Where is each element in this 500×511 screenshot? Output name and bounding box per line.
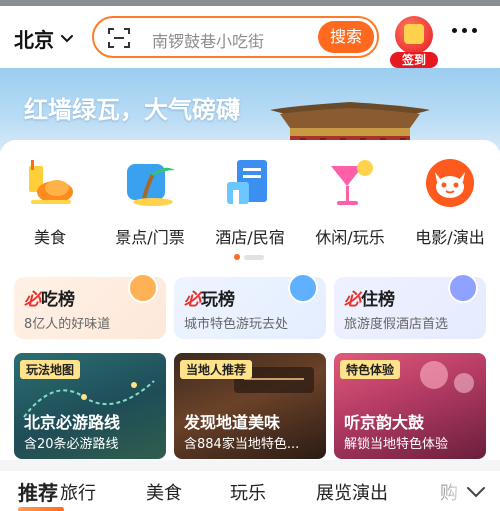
food-icon — [23, 156, 77, 210]
hotel-icon — [223, 156, 277, 210]
category-leisure[interactable]: 休闲/玩乐 — [300, 156, 400, 248]
promo-banner[interactable]: 红墙绿瓦，大气磅礴 — [0, 68, 500, 150]
more-menu-icon[interactable] — [452, 28, 477, 33]
island-icon — [288, 273, 318, 303]
cocktail-icon — [323, 156, 377, 210]
red-envelope-icon — [395, 16, 433, 54]
signin-label: 签到 — [390, 52, 438, 68]
tab-recommend[interactable]: 推荐 — [18, 477, 64, 511]
ranking-subtitle: 城市特色游玩去处 — [184, 317, 289, 332]
ranking-row: 必吃榜 8亿人的好味道 必玩榜 城市特色游玩去处 必住榜 旅游度假酒店首选 — [14, 273, 486, 339]
building-icon — [448, 273, 478, 303]
tabs-fade — [420, 471, 470, 511]
top-header: 北京 南锣鼓巷小吃街 搜索 签到 — [0, 6, 500, 68]
category-label: 酒店/民宿 — [215, 228, 285, 247]
category-label: 电影/演出 — [415, 228, 485, 247]
tile-title: 北京必游路线 — [24, 413, 121, 432]
tile-tag: 玩法地图 — [20, 360, 81, 379]
main-card: 美食 景点/门票 酒店/民宿 休闲/玩乐 电影/演出 必吃榜 8亿人的好味道 必… — [0, 140, 500, 460]
scan-icon[interactable] — [108, 27, 130, 49]
search-placeholder: 南锣鼓巷小吃街 — [152, 32, 265, 51]
tile-description: 解锁当地特色体验 — [344, 437, 449, 452]
search-button[interactable]: 搜索 — [318, 21, 374, 53]
ranking-card-play[interactable]: 必玩榜 城市特色游玩去处 — [174, 273, 326, 339]
banner-headline: 红墙绿瓦，大气磅礴 — [24, 96, 240, 124]
feature-tiles: 玩法地图 北京必游路线 含20条必游路线 当地人推荐 发现地道美味 含884家当… — [14, 353, 486, 459]
city-selector[interactable]: 北京 — [14, 24, 74, 53]
chevron-down-icon[interactable] — [466, 485, 486, 499]
cat-face-icon — [423, 156, 477, 210]
tab-food[interactable]: 美食 — [146, 479, 182, 505]
tile-travel-map[interactable]: 玩法地图 北京必游路线 含20条必游路线 — [14, 353, 166, 459]
ranking-title: 必吃榜 — [24, 290, 75, 310]
tab-travel[interactable]: 旅行 — [60, 479, 96, 505]
ranking-subtitle: 旅游度假酒店首选 — [344, 317, 449, 332]
signin-button[interactable]: 签到 — [390, 16, 438, 68]
ranking-subtitle: 8亿人的好味道 — [24, 317, 111, 332]
chevron-down-icon — [61, 34, 73, 42]
tile-title: 听京韵大鼓 — [344, 413, 425, 432]
category-food[interactable]: 美食 — [0, 156, 100, 248]
tile-description: 含20条必游路线 — [24, 437, 119, 452]
content-tabs: 旅行 推荐 美食 玩乐 展览演出 购 — [0, 471, 500, 511]
tile-description: 含884家当地特色... — [184, 437, 300, 452]
category-hotel[interactable]: 酒店/民宿 — [200, 156, 300, 248]
category-label: 美食 — [33, 228, 66, 247]
tile-title: 发现地道美味 — [184, 413, 281, 432]
category-grid: 美食 景点/门票 酒店/民宿 休闲/玩乐 电影/演出 — [0, 156, 500, 248]
page-dot-active — [234, 254, 240, 260]
city-name: 北京 — [14, 28, 54, 52]
ranking-card-stay[interactable]: 必住榜 旅游度假酒店首选 — [334, 273, 486, 339]
category-label: 景点/门票 — [115, 228, 185, 247]
ranking-card-food[interactable]: 必吃榜 8亿人的好味道 — [14, 273, 166, 339]
tile-tag: 当地人推荐 — [180, 360, 253, 379]
page-dot — [244, 254, 264, 260]
tab-fun[interactable]: 玩乐 — [230, 479, 266, 505]
category-label: 休闲/玩乐 — [315, 228, 385, 247]
palm-tree-icon — [123, 156, 177, 210]
cup-icon — [128, 273, 158, 303]
tile-experience[interactable]: 特色体验 听京韵大鼓 解锁当地特色体验 — [334, 353, 486, 459]
tile-local-food[interactable]: 当地人推荐 发现地道美味 含884家当地特色... — [174, 353, 326, 459]
tile-tag: 特色体验 — [340, 360, 401, 379]
category-attractions[interactable]: 景点/门票 — [100, 156, 200, 248]
ranking-title: 必住榜 — [344, 290, 395, 310]
category-movies[interactable]: 电影/演出 — [400, 156, 500, 248]
page-indicator — [234, 254, 264, 260]
ranking-title: 必玩榜 — [184, 290, 235, 310]
tab-exhibitions[interactable]: 展览演出 — [316, 479, 388, 505]
search-bar[interactable]: 南锣鼓巷小吃街 搜索 — [92, 16, 379, 58]
